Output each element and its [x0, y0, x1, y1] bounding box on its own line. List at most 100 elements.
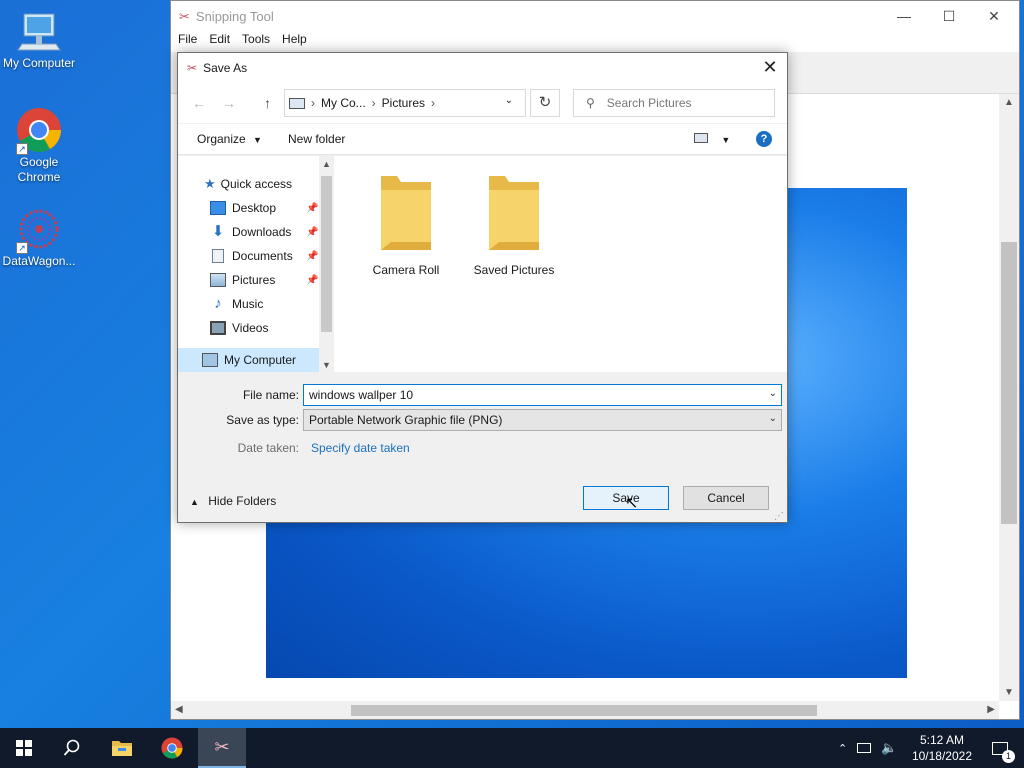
save-as-type-select[interactable]: Portable Network Graphic file (PNG) ⌄	[303, 409, 782, 431]
search-icon: ⚲	[586, 96, 595, 110]
chevron-up-icon: ▲	[190, 497, 199, 507]
up-arrow-icon[interactable]: ↑	[264, 95, 271, 111]
download-arrow-icon: ⬇	[211, 223, 225, 240]
resize-grip-icon[interactable]: ⋰	[774, 511, 784, 522]
menu-tools[interactable]: Tools	[242, 32, 270, 52]
film-icon	[210, 321, 226, 335]
breadcrumb-pictures[interactable]: Pictures	[382, 96, 425, 110]
save-as-type-label: Save as type:	[226, 413, 299, 427]
scroll-left-icon[interactable]: ◀	[175, 704, 183, 715]
view-options-button[interactable]: ▼	[694, 132, 730, 146]
specify-date-taken-link[interactable]: Specify date taken	[311, 441, 410, 455]
menu-file[interactable]: File	[178, 32, 197, 52]
folder-camera-roll[interactable]: Camera Roll	[354, 172, 458, 277]
desktop-icon-google-chrome[interactable]: ↗ Google Chrome	[1, 107, 77, 185]
snipping-tool-icon: ✂	[179, 8, 190, 24]
chevron-down-icon[interactable]: ⌄	[769, 388, 777, 399]
cancel-button[interactable]: Cancel	[683, 486, 769, 510]
help-icon[interactable]: ?	[756, 131, 772, 147]
search-input[interactable]: ⚲ Search Pictures	[573, 89, 775, 117]
scroll-up-icon[interactable]: ▲	[322, 159, 331, 169]
nav-item-pictures[interactable]: Pictures	[210, 268, 275, 292]
file-list: Camera Roll Saved Pictures	[334, 156, 787, 372]
hide-folders-button[interactable]: ▲ Hide Folders	[190, 494, 276, 508]
nav-item-music[interactable]: ♪ Music	[210, 292, 263, 316]
navigation-pane: ★ Quick access Desktop 📌 ⬇ Downloads 📌 D…	[178, 156, 334, 372]
music-note-icon: ♪	[214, 295, 222, 312]
pin-icon: 📌	[306, 203, 319, 214]
taskbar-file-explorer[interactable]	[98, 728, 146, 768]
nav-quick-access[interactable]: ★ Quick access	[204, 172, 292, 196]
horizontal-scrollbar[interactable]: ◀ ▶	[171, 701, 999, 719]
snipping-tool-titlebar[interactable]: ✂ Snipping Tool — ☐ ✕	[171, 1, 1019, 32]
save-as-dialog: ✂ Save As ✕ ← → ↑ › My Co... › Pictures …	[177, 52, 788, 523]
dialog-titlebar[interactable]: ✂ Save As ✕	[178, 53, 787, 83]
document-icon	[212, 249, 224, 263]
nav-item-documents[interactable]: Documents	[210, 244, 293, 268]
nav-item-videos[interactable]: Videos	[210, 316, 268, 340]
file-explorer-icon	[112, 741, 132, 756]
snipping-tool-icon: ✂	[187, 61, 198, 75]
desktop-icon-datawagon[interactable]: ↗ DataWagon...	[1, 206, 77, 269]
computer-icon	[16, 8, 62, 54]
taskbar-chrome[interactable]	[148, 728, 196, 768]
vertical-scrollbar[interactable]: ▲ ▼	[999, 94, 1019, 701]
folder-saved-pictures[interactable]: Saved Pictures	[462, 172, 566, 277]
minimize-button[interactable]: —	[881, 5, 927, 29]
chevron-up-icon[interactable]: ⌃	[838, 742, 847, 755]
view-icon	[694, 133, 708, 143]
nav-pane-scrollbar[interactable]: ▲ ▼	[319, 156, 334, 372]
organize-button[interactable]: Organize ▼	[197, 132, 262, 146]
menu-edit[interactable]: Edit	[209, 32, 230, 52]
nav-item-downloads[interactable]: ⬇ Downloads	[210, 220, 292, 244]
back-arrow-icon[interactable]: ←	[192, 95, 206, 111]
file-name-label: File name:	[242, 388, 299, 402]
breadcrumb-my-computer[interactable]: My Co...	[321, 96, 366, 110]
taskbar-search-button[interactable]	[48, 728, 96, 768]
menu-help[interactable]: Help	[282, 32, 307, 52]
file-name-input[interactable]: windows wallper 10 ⌄	[303, 384, 782, 406]
address-row: ← → ↑ › My Co... › Pictures › ⌄ ↻ ⚲ Sear…	[178, 83, 787, 123]
horizontal-scroll-thumb[interactable]	[351, 705, 817, 716]
address-bar[interactable]: › My Co... › Pictures › ⌄	[284, 89, 526, 117]
shortcut-arrow-icon: ↗	[16, 242, 28, 254]
nav-item-my-computer[interactable]: My Computer	[178, 348, 319, 372]
scroll-down-icon[interactable]: ▼	[1004, 687, 1014, 698]
windows-logo-icon	[16, 740, 32, 756]
scroll-up-icon[interactable]: ▲	[1004, 97, 1014, 108]
desktop-icon-my-computer[interactable]: My Computer	[1, 8, 77, 71]
dialog-close-button[interactable]: ✕	[753, 53, 787, 81]
taskbar-snipping-tool[interactable]: ✂	[198, 728, 246, 768]
chrome-icon: ↗	[16, 107, 62, 155]
folder-icon	[489, 176, 539, 250]
chevron-down-icon: ⌄	[768, 413, 777, 424]
action-center-button[interactable]: 1	[976, 728, 1024, 768]
new-folder-button[interactable]: New folder	[288, 132, 345, 146]
pictures-icon	[210, 273, 226, 287]
forward-arrow-icon[interactable]: →	[222, 95, 236, 111]
scroll-down-icon[interactable]: ▼	[322, 360, 331, 370]
scroll-right-icon[interactable]: ▶	[987, 704, 995, 715]
start-button[interactable]	[0, 728, 48, 768]
maximize-button[interactable]: ☐	[926, 5, 972, 29]
taskbar: ✂ ⌃ 🔈 5:12 AM 10/18/2022 1	[0, 728, 1024, 768]
chevron-down-icon: ▼	[253, 135, 262, 145]
nav-item-desktop[interactable]: Desktop	[210, 196, 276, 220]
search-icon	[63, 739, 80, 756]
folder-icon	[381, 176, 431, 250]
mouse-cursor-icon: ↖	[625, 495, 639, 512]
system-clock[interactable]: 5:12 AM 10/18/2022	[912, 732, 972, 764]
nav-scroll-thumb[interactable]	[321, 176, 332, 332]
network-icon[interactable]	[857, 743, 872, 753]
refresh-button[interactable]: ↻	[530, 89, 560, 117]
address-dropdown-icon[interactable]: ⌄	[505, 95, 513, 106]
monitor-icon	[202, 353, 218, 367]
volume-icon[interactable]: 🔈	[881, 740, 897, 756]
window-title: Snipping Tool	[195, 9, 274, 24]
notification-badge: 1	[1002, 750, 1015, 763]
snipping-tool-icon: ✂	[214, 736, 230, 757]
close-button[interactable]: ✕	[971, 5, 1017, 29]
date-taken-label: Date taken:	[237, 441, 299, 455]
vertical-scroll-thumb[interactable]	[1001, 242, 1017, 524]
datawagon-icon: ↗	[16, 206, 62, 254]
